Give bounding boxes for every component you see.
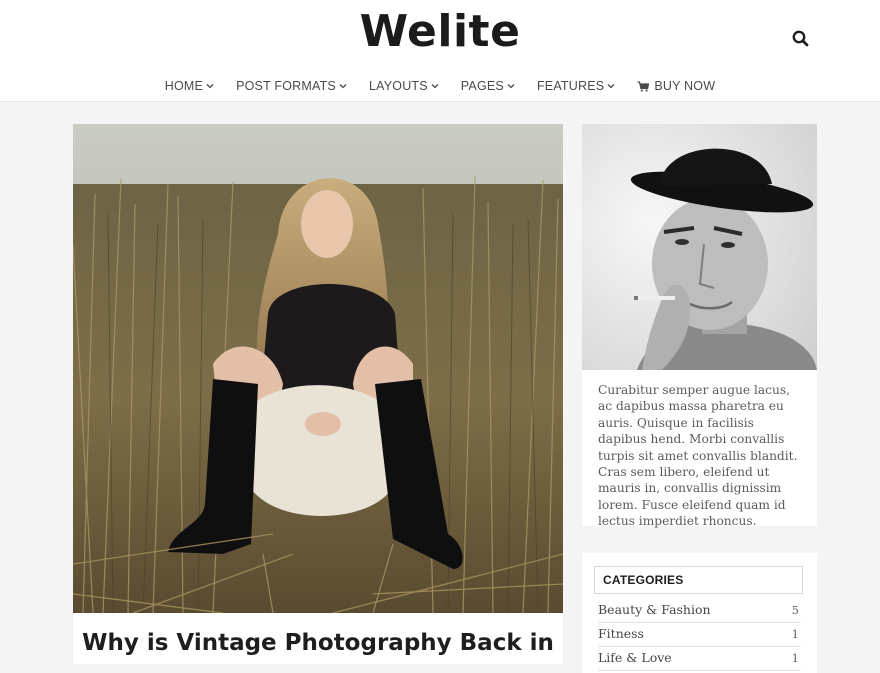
categories-heading-box: CATEGORIES [594,566,803,594]
chevron-down-icon [206,84,214,89]
chevron-down-icon [607,84,615,89]
about-image [582,124,817,370]
category-item-beauty-fashion[interactable]: Beauty & Fashion 5 [598,599,801,623]
nav-item-home[interactable]: HOME [154,79,225,93]
category-count: 1 [791,627,799,641]
category-count: 5 [791,603,799,617]
nav-item-post-formats[interactable]: POST FORMATS [225,79,358,93]
chevron-down-icon [339,84,347,89]
site-header: Welite HOME POST FORMATS LAYOUTS PAGES F… [0,0,880,102]
chevron-down-icon [431,84,439,89]
about-text: Curabitur semper augue lacus, ac dapibus… [598,383,798,529]
nav-item-label: BUY NOW [654,79,716,93]
category-name: Fitness [598,626,644,641]
category-count: 1 [791,651,799,665]
nav-item-label: PAGES [460,79,504,93]
chevron-down-icon [507,84,515,89]
category-name: Life & Love [598,650,672,665]
category-item-life-love[interactable]: Life & Love 1 [598,647,801,671]
category-item-fitness[interactable]: Fitness 1 [598,623,801,647]
nav-item-features[interactable]: FEATURES [526,79,626,93]
nav-item-layouts[interactable]: LAYOUTS [358,79,450,93]
nav-item-pages[interactable]: PAGES [450,79,526,93]
categories-widget: CATEGORIES Beauty & Fashion 5 Fitness 1 … [582,553,817,673]
featured-post-card: Why is Vintage Photography Back in [73,124,563,664]
post-title[interactable]: Why is Vintage Photography Back in [73,630,563,656]
about-widget: Curabitur semper augue lacus, ac dapibus… [582,124,817,528]
cart-icon [637,80,650,92]
nav-item-label: FEATURES [536,79,605,93]
nav-item-label: POST FORMATS [236,79,336,93]
nav-item-buy-now[interactable]: BUY NOW [626,79,726,93]
categories-list: Beauty & Fashion 5 Fitness 1 Life & Love… [598,599,801,671]
search-icon[interactable] [790,28,812,50]
main-nav: HOME POST FORMATS LAYOUTS PAGES FEATURES [0,71,880,101]
site-logo[interactable]: Welite [0,6,880,57]
post-featured-image[interactable] [73,124,563,613]
category-name: Beauty & Fashion [598,602,711,617]
categories-heading: CATEGORIES [603,573,684,587]
nav-item-label: HOME [164,79,204,93]
nav-item-label: LAYOUTS [368,79,428,93]
